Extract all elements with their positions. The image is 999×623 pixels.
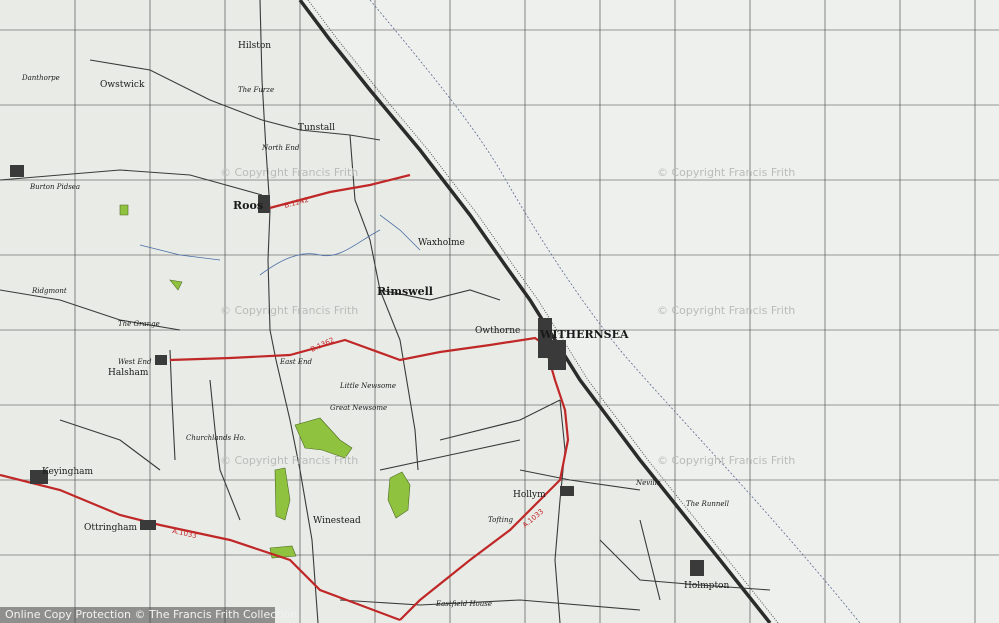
watermark-2: © Copyright Francis Frith — [657, 166, 795, 179]
label-halsham: Halsham — [108, 368, 149, 378]
woodland-white-hall — [269, 545, 297, 559]
label-churchlands: Churchlands Ho. — [186, 434, 246, 442]
a1033-road-east — [399, 344, 570, 621]
label-withernsea: WITHERNSEA — [539, 328, 629, 341]
watermark-4: © Copyright Francis Frith — [657, 304, 795, 317]
woodland-small-1 — [119, 204, 129, 216]
withernsea-buildings-2 — [548, 340, 566, 370]
a1033-road — [0, 473, 401, 622]
woodland-small-2 — [169, 279, 183, 291]
label-east-end: East End — [279, 358, 313, 366]
label-owstwick: Owstwick — [100, 80, 145, 90]
watermark-1: © Copyright Francis Frith — [220, 166, 358, 179]
label-ottringham: Ottringham — [84, 523, 138, 533]
label-roos: Roos — [233, 199, 263, 212]
label-rimswell: Rimswell — [377, 285, 433, 298]
label-hilston: Hilston — [238, 41, 271, 51]
watermark-5: © Copyright Francis Frith — [220, 454, 358, 467]
ottringham-buildings — [140, 520, 156, 530]
label-danthorpe: Danthorpe — [21, 74, 60, 82]
label-the-grange: The Grange — [118, 320, 160, 328]
copyright-footer: Online Copy Protection © The Francis Fri… — [0, 607, 297, 623]
drains — [139, 214, 421, 276]
label-ridgmont: Ridgmont — [31, 287, 67, 295]
hollym-buildings — [560, 486, 574, 496]
woodland-winestead — [294, 417, 353, 459]
label-eastfield: Eastfield House — [435, 600, 492, 608]
label-keyingham: Keyingham — [42, 467, 93, 477]
label-winestead: Winestead — [313, 516, 361, 526]
road-label-a1033: A.1033 — [172, 527, 198, 540]
label-waxholme: Waxholme — [418, 238, 465, 248]
map-viewport[interactable]: B.1242 B.1362 A.1033 A.1033 WITHERNSEA R… — [0, 0, 999, 623]
watermark-3: © Copyright Francis Frith — [220, 304, 358, 317]
burton-pidsea-buildings — [10, 165, 24, 177]
label-hollym: Hollym — [513, 490, 546, 500]
os-map: B.1242 B.1362 A.1033 A.1033 WITHERNSEA R… — [0, 0, 999, 623]
watermark-6: © Copyright Francis Frith — [657, 454, 795, 467]
holmpton-buildings — [690, 560, 704, 576]
label-the-runnell: The Runnell — [686, 500, 729, 508]
label-tofting: Tofting — [488, 516, 513, 524]
label-tunstall: Tunstall — [298, 123, 335, 133]
label-north-end: North End — [261, 144, 300, 152]
label-west-end: West End — [118, 358, 152, 366]
road-label-b1242: B.1242 — [283, 196, 309, 210]
label-nevills: Nevills — [635, 479, 661, 487]
halsham-buildings — [155, 355, 167, 365]
label-holmpton: Holmpton — [684, 581, 729, 591]
woodland-strip — [274, 467, 291, 521]
label-the-furze: The Furze — [238, 86, 274, 94]
b1362-road — [169, 336, 546, 362]
road-label-b1362: B.1362 — [309, 336, 335, 354]
label-great-newsome: Great Newsome — [330, 404, 387, 412]
label-little-newsome: Little Newsome — [339, 382, 396, 390]
woodland-plantation — [387, 471, 411, 519]
sea-area — [300, 0, 999, 623]
label-owthorne: Owthorne — [475, 326, 520, 336]
label-burton-pidsea: Burton Pidsea — [29, 183, 80, 191]
